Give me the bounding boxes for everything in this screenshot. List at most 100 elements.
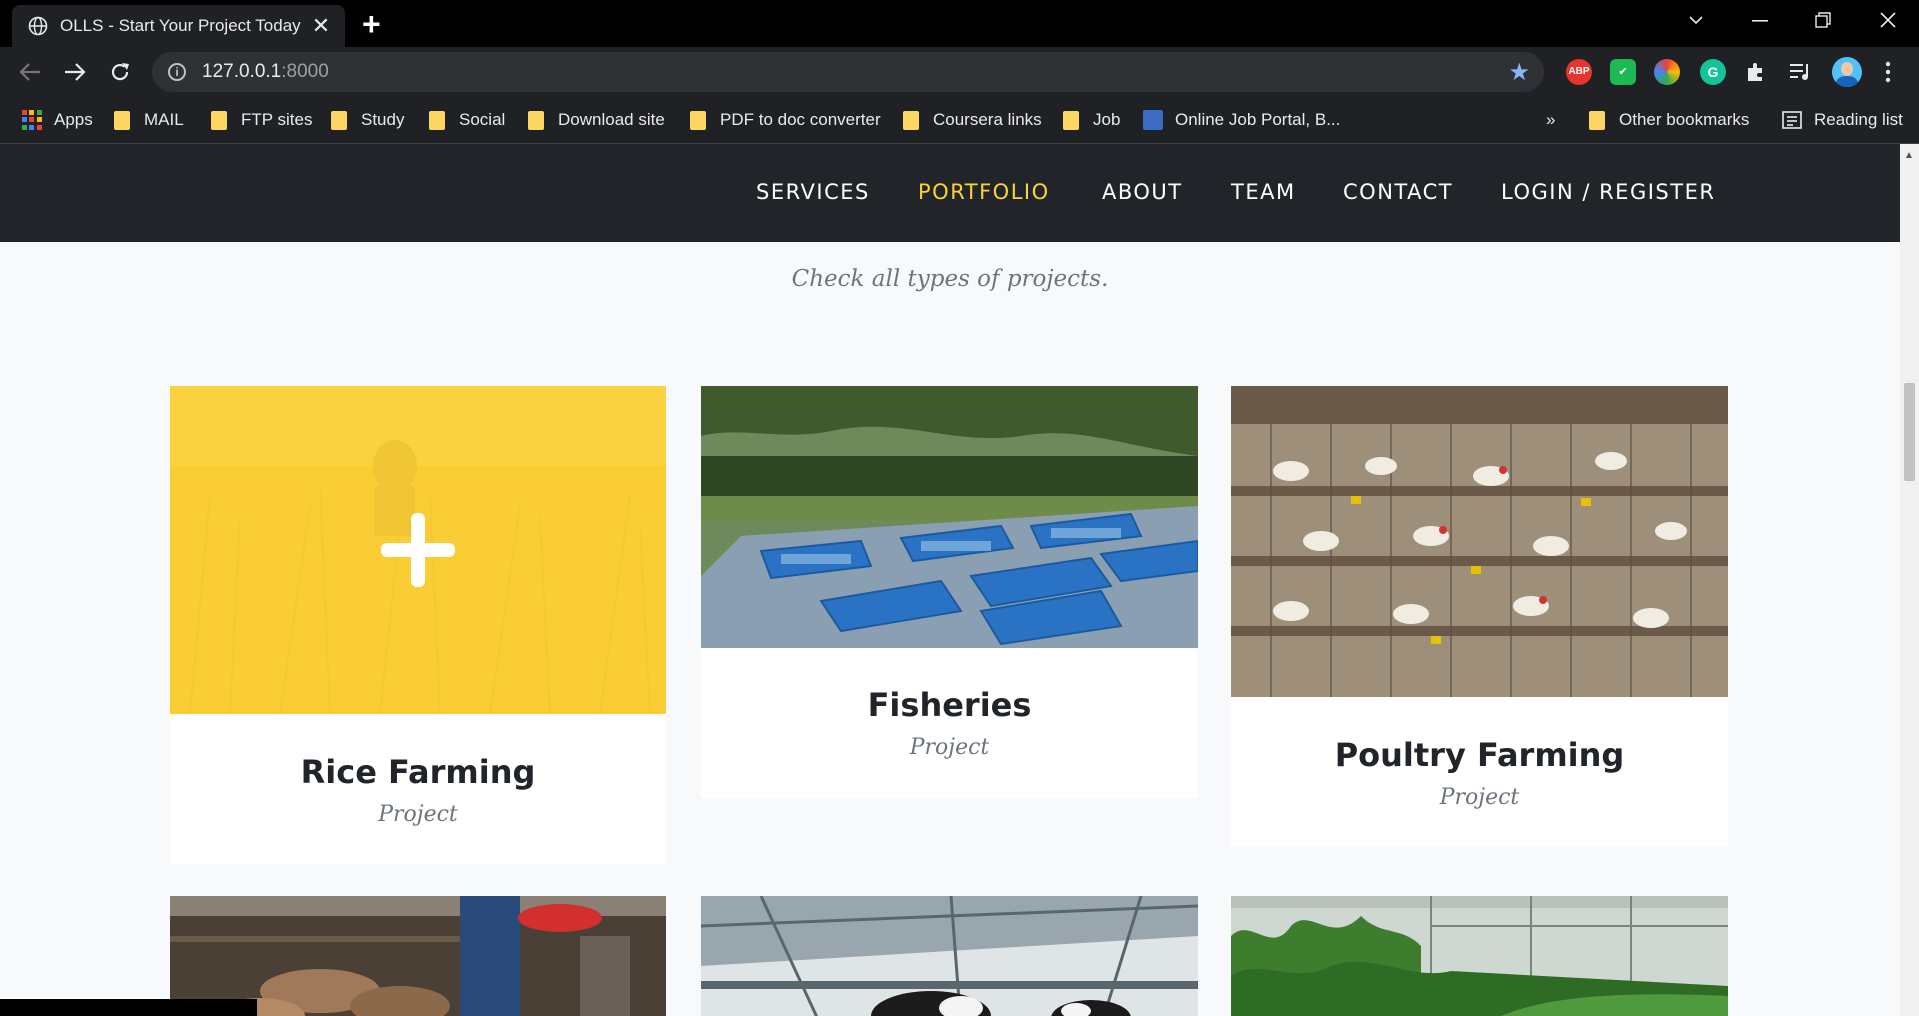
restore-icon[interactable] bbox=[1815, 12, 1831, 28]
nav-contact[interactable]: CONTACT bbox=[1343, 180, 1453, 204]
bookmarks-bar: Apps MAIL FTP sites Study Social Downloa… bbox=[0, 98, 1919, 144]
nav-services[interactable]: SERVICES bbox=[756, 180, 870, 204]
bookmark-label: Social bbox=[459, 110, 506, 129]
close-tab-icon[interactable]: ✕ bbox=[309, 14, 333, 38]
bookmark-job-portal[interactable]: Online Job Portal, B... bbox=[1143, 110, 1340, 130]
bookmark-apps[interactable]: Apps bbox=[22, 110, 93, 130]
toast-bar bbox=[0, 999, 257, 1016]
bookmark-label: Coursera links bbox=[933, 110, 1042, 129]
bookmark-label: PDF to doc converter bbox=[720, 110, 881, 129]
section-subheading: Check all types of projects. bbox=[791, 266, 1109, 292]
browser-menu-icon[interactable] bbox=[1885, 61, 1891, 83]
tab-title: OLLS - Start Your Project Today bbox=[60, 16, 301, 35]
scrollbar-thumb[interactable] bbox=[1904, 383, 1915, 481]
portfolio-item-title: Poultry Farming bbox=[1334, 736, 1625, 774]
bookmark-download-site[interactable]: Download site bbox=[528, 110, 665, 130]
url-host: 127.0.0.1 bbox=[202, 61, 282, 82]
nav-team[interactable]: TEAM bbox=[1231, 180, 1296, 204]
nav-portfolio[interactable]: PORTFOLIO bbox=[918, 180, 1050, 204]
bookmark-label: Online Job Portal, B... bbox=[1175, 110, 1341, 129]
bookmark-job[interactable]: Job bbox=[1063, 110, 1120, 130]
bookmark-star-icon[interactable]: ★ bbox=[1508, 58, 1530, 87]
folder-icon bbox=[690, 110, 706, 130]
folder-icon bbox=[429, 110, 445, 130]
reading-list-button[interactable]: Reading list bbox=[1782, 110, 1903, 130]
portfolio-item-rice-farming[interactable]: Rice Farming Project bbox=[170, 386, 666, 864]
bookmarks-overflow-button[interactable]: » bbox=[1546, 110, 1555, 130]
site-favicon-icon bbox=[1143, 110, 1163, 130]
portfolio-item-category: Project bbox=[909, 735, 990, 760]
browser-tab-strip: OLLS - Start Your Project Today ✕ + bbox=[0, 0, 1919, 47]
nav-about[interactable]: ABOUT bbox=[1102, 180, 1183, 204]
reading-list-icon bbox=[1782, 111, 1802, 129]
bookmark-label: Download site bbox=[558, 110, 665, 129]
goat-farm-image bbox=[170, 896, 666, 1016]
grammarly-icon[interactable]: G bbox=[1700, 59, 1726, 85]
web-page: SERVICES PORTFOLIO ABOUT TEAM CONTACT LO… bbox=[0, 144, 1900, 1016]
url-text: 127.0.0.1:8000 bbox=[202, 61, 329, 83]
bookmark-label: Job bbox=[1093, 110, 1121, 129]
shield-extension-icon[interactable]: ✔ bbox=[1610, 59, 1636, 85]
bookmark-coursera-links[interactable]: Coursera links bbox=[903, 110, 1042, 130]
folder-icon bbox=[114, 110, 130, 130]
color-extension-icon[interactable] bbox=[1654, 59, 1680, 85]
profile-avatar[interactable] bbox=[1832, 57, 1862, 87]
portfolio-item-poultry-farming[interactable]: Poultry Farming Project bbox=[1231, 386, 1728, 846]
bookmark-ftp-sites[interactable]: FTP sites bbox=[211, 110, 312, 130]
bookmark-label: Apps bbox=[54, 110, 93, 129]
back-arrow-icon[interactable] bbox=[18, 61, 42, 83]
bookmark-other[interactable]: Other bookmarks bbox=[1589, 110, 1749, 130]
portfolio-item-greenhouse[interactable] bbox=[1231, 896, 1728, 1016]
tab-search-icon[interactable] bbox=[1688, 14, 1704, 26]
reload-icon[interactable] bbox=[108, 60, 132, 84]
site-info-icon[interactable]: i bbox=[168, 63, 186, 81]
nav-login-register[interactable]: LOGIN / REGISTER bbox=[1501, 180, 1715, 204]
address-bar[interactable]: i 127.0.0.1:8000 ★ bbox=[152, 52, 1544, 92]
folder-icon bbox=[903, 110, 919, 130]
fish-ponds-image bbox=[701, 386, 1198, 648]
close-window-icon[interactable] bbox=[1880, 12, 1896, 28]
portfolio-item-fisheries[interactable]: Fisheries Project bbox=[701, 386, 1198, 798]
folder-icon bbox=[1063, 110, 1079, 130]
folder-icon bbox=[528, 110, 544, 130]
portfolio-item-dairy-farming[interactable] bbox=[701, 896, 1198, 1016]
portfolio-item-title: Rice Farming bbox=[300, 753, 536, 791]
portfolio-item-category: Project bbox=[378, 802, 458, 827]
portfolio-item-goat-farming[interactable] bbox=[170, 896, 666, 1016]
portfolio-item-title: Fisheries bbox=[867, 686, 1032, 724]
apps-grid-icon bbox=[22, 110, 42, 130]
folder-icon bbox=[211, 110, 227, 130]
globe-icon bbox=[28, 16, 48, 36]
scroll-up-arrow-icon[interactable]: ▲ bbox=[1904, 150, 1914, 161]
rice-field-image bbox=[170, 386, 666, 714]
folder-icon bbox=[1589, 110, 1605, 130]
browser-tab[interactable]: OLLS - Start Your Project Today ✕ bbox=[12, 5, 345, 47]
bookmark-social[interactable]: Social bbox=[429, 110, 505, 130]
browser-toolbar: i 127.0.0.1:8000 ★ ABP ✔ G bbox=[0, 47, 1919, 98]
minimize-icon[interactable] bbox=[1752, 20, 1768, 22]
new-tab-button[interactable]: + bbox=[362, 8, 381, 40]
extensions-puzzle-icon[interactable] bbox=[1745, 61, 1767, 83]
folder-icon bbox=[331, 110, 347, 130]
bookmark-pdf-converter[interactable]: PDF to doc converter bbox=[690, 110, 881, 130]
bookmark-mail[interactable]: MAIL bbox=[114, 110, 184, 130]
page-scrollbar[interactable]: ▲ bbox=[1900, 144, 1919, 1016]
url-port: :8000 bbox=[281, 61, 329, 82]
greenhouse-image bbox=[1231, 896, 1728, 1016]
plus-icon bbox=[381, 513, 455, 587]
forward-arrow-icon[interactable] bbox=[63, 61, 87, 83]
site-navbar: SERVICES PORTFOLIO ABOUT TEAM CONTACT LO… bbox=[0, 144, 1900, 242]
adblock-icon[interactable]: ABP bbox=[1566, 59, 1592, 85]
portfolio-item-category: Project bbox=[1439, 785, 1520, 810]
bookmark-label: Reading list bbox=[1814, 110, 1903, 129]
bookmark-label: Study bbox=[361, 110, 405, 129]
overflow-chevron-icon: » bbox=[1546, 110, 1556, 129]
bookmark-label: MAIL bbox=[144, 110, 184, 129]
bookmark-study[interactable]: Study bbox=[331, 110, 404, 130]
portfolio-hover-overlay[interactable] bbox=[170, 386, 666, 714]
poultry-cages-image bbox=[1231, 386, 1728, 697]
dairy-barn-image bbox=[701, 896, 1198, 1016]
bookmark-label: FTP sites bbox=[241, 110, 313, 129]
bookmark-label: Other bookmarks bbox=[1619, 110, 1750, 129]
media-queue-icon[interactable] bbox=[1790, 62, 1812, 82]
